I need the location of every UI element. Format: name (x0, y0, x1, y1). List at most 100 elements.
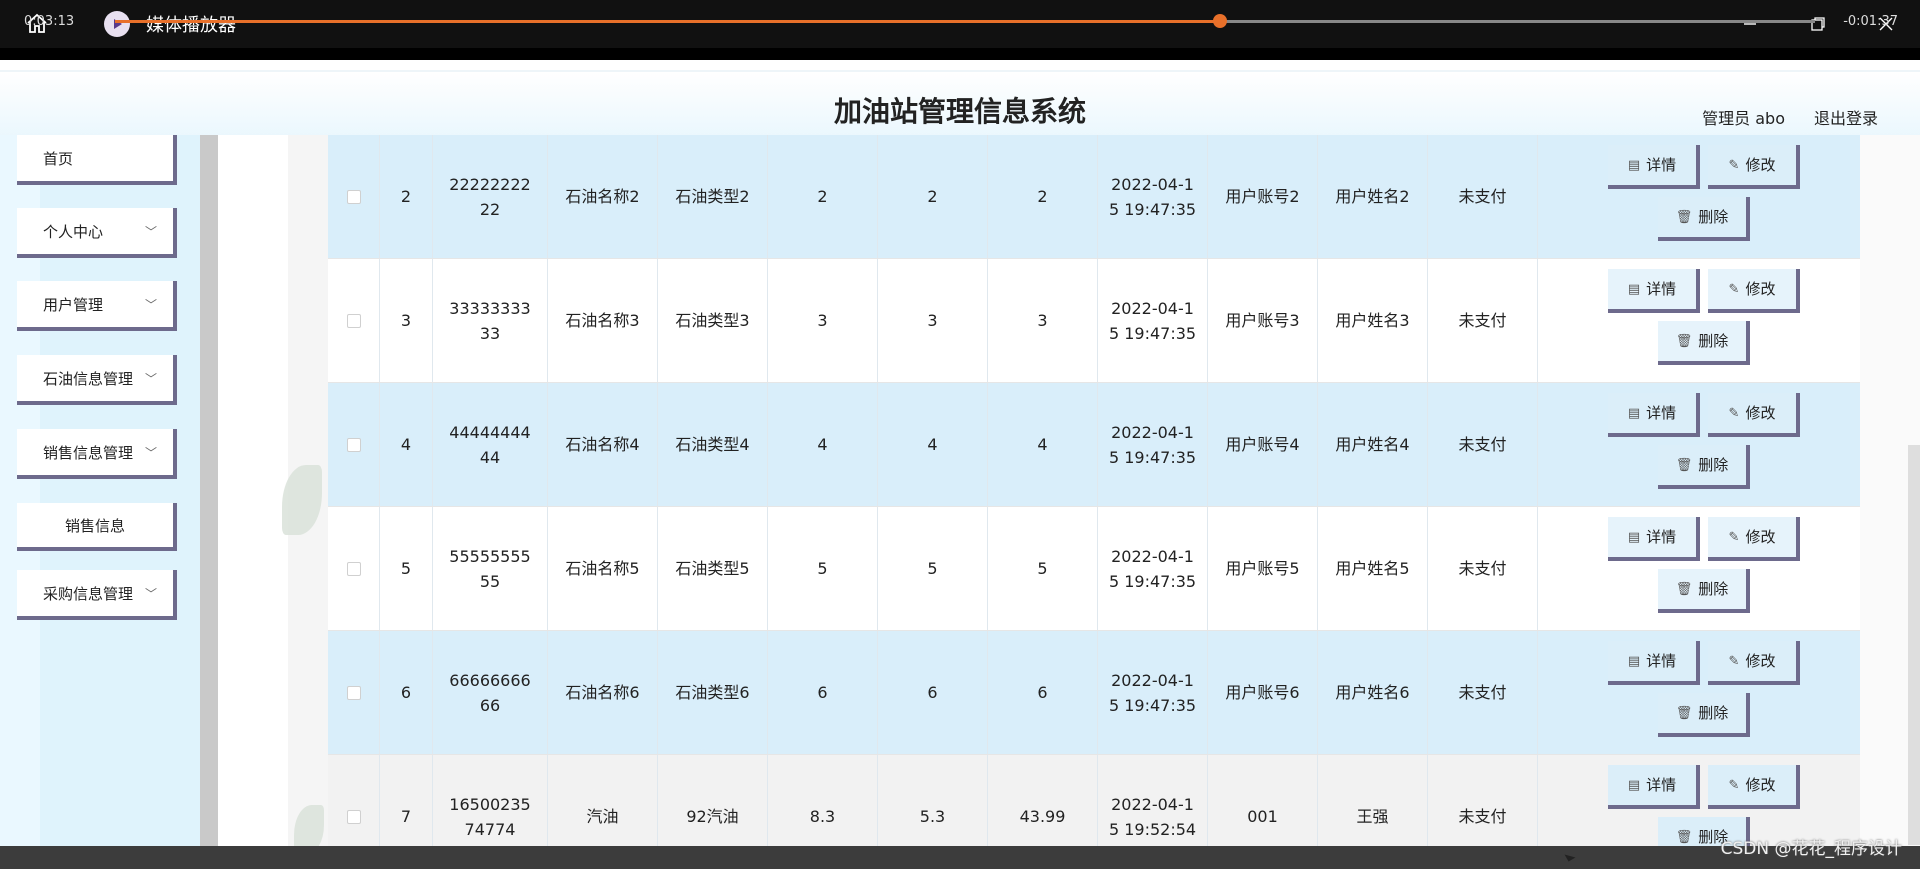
detail-button[interactable]: ▤ 详情 (1608, 765, 1700, 809)
document-icon: ▤ (1627, 405, 1641, 421)
time-elapsed: 0:03:13 (24, 14, 75, 29)
sidebar-item-home[interactable]: 首页 (17, 135, 177, 185)
sidebar-scrollbar[interactable] (200, 135, 218, 846)
checkbox-cell (328, 383, 380, 506)
trash-icon: 🗑 (1675, 333, 1693, 349)
sidebar-item-oil-info[interactable]: 石油信息管理 ﹀ (17, 355, 177, 405)
total-value: 2 (988, 135, 1098, 258)
watermark: CSDN @花花_程序设计 (1720, 839, 1902, 859)
oil-type: 石油类型3 (658, 259, 768, 382)
delete-button[interactable]: 🗑 删除 (1658, 445, 1750, 489)
detail-button-label: 详情 (1646, 403, 1677, 422)
oil-type: 石油类型6 (658, 631, 768, 754)
edit-button[interactable]: ✎ 修改 (1708, 641, 1800, 685)
sale-time: 2022-04-15 19:47:35 (1098, 135, 1208, 258)
total-value: 6 (988, 631, 1098, 754)
detail-button[interactable]: ▤ 详情 (1608, 145, 1700, 189)
pencil-icon: ✎ (1728, 777, 1740, 793)
chevron-down-icon: ﹀ (145, 371, 158, 386)
chevron-down-icon: ﹀ (145, 586, 158, 601)
document-icon: ▤ (1627, 529, 1641, 545)
detail-button[interactable]: ▤ 详情 (1608, 393, 1700, 437)
sidebar-item-label: 石油信息管理 (43, 369, 134, 388)
delete-button[interactable]: 🗑 删除 (1658, 197, 1750, 241)
trash-icon: 🗑 (1675, 829, 1693, 845)
detail-button[interactable]: ▤ 详情 (1608, 517, 1700, 561)
row-checkbox[interactable] (346, 437, 361, 452)
player-titlebar: 媒体播放器 (0, 0, 1920, 48)
row-checkbox[interactable] (346, 685, 361, 700)
user-account: 用户账号4 (1208, 383, 1318, 506)
oil-type: 92汽油 (658, 755, 768, 846)
sale-time: 2022-04-15 19:47:35 (1098, 259, 1208, 382)
order-number: 5555555555 (433, 507, 548, 630)
delete-button[interactable]: 🗑 删除 (1658, 693, 1750, 737)
sale-time: 2022-04-15 19:47:35 (1098, 631, 1208, 754)
sidebar-item-purchase-management[interactable]: 采购信息管理 ﹀ (17, 570, 177, 620)
pencil-icon: ✎ (1728, 653, 1740, 669)
user-account: 用户账号2 (1208, 135, 1318, 258)
row-checkbox[interactable] (346, 561, 361, 576)
price-value: 4 (768, 383, 878, 506)
user-account: 用户账号3 (1208, 259, 1318, 382)
edit-button[interactable]: ✎ 修改 (1708, 269, 1800, 313)
delete-button-label: 删除 (1698, 579, 1729, 598)
progress-knob[interactable] (1213, 14, 1227, 28)
order-number: 6666666666 (433, 631, 548, 754)
price-value: 8.3 (768, 755, 878, 846)
table-row: 6 6666666666 石油名称6 石油类型6 6 6 6 2022-04-15 19:47… (328, 631, 1860, 755)
chevron-down-icon: ﹀ (145, 297, 158, 312)
row-index: 6 (380, 631, 433, 754)
edit-button[interactable]: ✎ 修改 (1708, 765, 1800, 809)
oil-name: 石油名称3 (548, 259, 658, 382)
edit-button[interactable]: ✎ 修改 (1708, 393, 1800, 437)
content-margin (218, 135, 288, 846)
logout-link[interactable]: 退出登录 (1814, 105, 1878, 129)
minimize-icon[interactable] (1716, 0, 1784, 48)
pencil-icon: ✎ (1728, 529, 1740, 545)
quantity-value: 3 (878, 259, 988, 382)
oil-type: 石油类型4 (658, 383, 768, 506)
row-checkbox[interactable] (346, 809, 361, 824)
document-icon: ▤ (1627, 281, 1641, 297)
oil-type: 石油类型2 (658, 135, 768, 258)
sidebar-item-user-management[interactable]: 用户管理 ﹀ (17, 281, 177, 331)
page-title: 加油站管理信息系统 (833, 95, 1086, 128)
sidebar-item-personal-center[interactable]: 个人中心 ﹀ (17, 208, 177, 258)
row-checkbox[interactable] (346, 313, 361, 328)
right-rail (1860, 135, 1920, 846)
sidebar-item-label: 采购信息管理 (43, 584, 134, 603)
detail-button[interactable]: ▤ 详情 (1608, 641, 1700, 685)
edit-button-label: 修改 (1745, 775, 1776, 794)
table-row: 5 5555555555 石油名称5 石油类型5 5 5 5 2022-04-15 19:47… (328, 507, 1860, 631)
table-row: 2 2222222222 石油名称2 石油类型2 2 2 2 2022-04-15 19:47… (328, 135, 1860, 259)
price-value: 6 (768, 631, 878, 754)
app-header: 加油站管理信息系统 管理员 abo 退出登录 (0, 70, 1920, 144)
detail-button-label: 详情 (1646, 155, 1677, 174)
order-number: 4444444444 (433, 383, 548, 506)
sidebar-item-sales-management[interactable]: 销售信息管理 ﹀ (17, 429, 177, 479)
edit-button[interactable]: ✎ 修改 (1708, 145, 1800, 189)
edit-button[interactable]: ✎ 修改 (1708, 517, 1800, 561)
admin-label: 管理员 abo (1702, 109, 1785, 128)
row-index: 4 (380, 383, 433, 506)
row-index: 5 (380, 507, 433, 630)
trash-icon: 🗑 (1675, 209, 1693, 225)
restore-icon[interactable] (1784, 0, 1852, 48)
detail-button[interactable]: ▤ 详情 (1608, 269, 1700, 313)
edit-button-label: 修改 (1745, 527, 1776, 546)
oil-name: 石油名称6 (548, 631, 658, 754)
chevron-down-icon: ﹀ (145, 445, 158, 460)
delete-button-label: 删除 (1698, 331, 1729, 350)
sidebar-subitem-sales-info[interactable]: 销售信息 (17, 503, 177, 551)
table-row: 4 4444444444 石油名称4 石油类型4 4 4 4 2022-04-15 19:47… (328, 383, 1860, 507)
sidebar-item-label: 首页 (43, 149, 74, 168)
oil-type: 石油类型5 (658, 507, 768, 630)
delete-button[interactable]: 🗑 删除 (1658, 569, 1750, 613)
page-scrollbar-thumb[interactable] (1908, 445, 1920, 845)
oil-name: 石油名称5 (548, 507, 658, 630)
payment-status: 未支付 (1428, 631, 1538, 754)
row-checkbox[interactable] (346, 189, 361, 204)
row-index: 3 (380, 259, 433, 382)
delete-button[interactable]: 🗑 删除 (1658, 321, 1750, 365)
